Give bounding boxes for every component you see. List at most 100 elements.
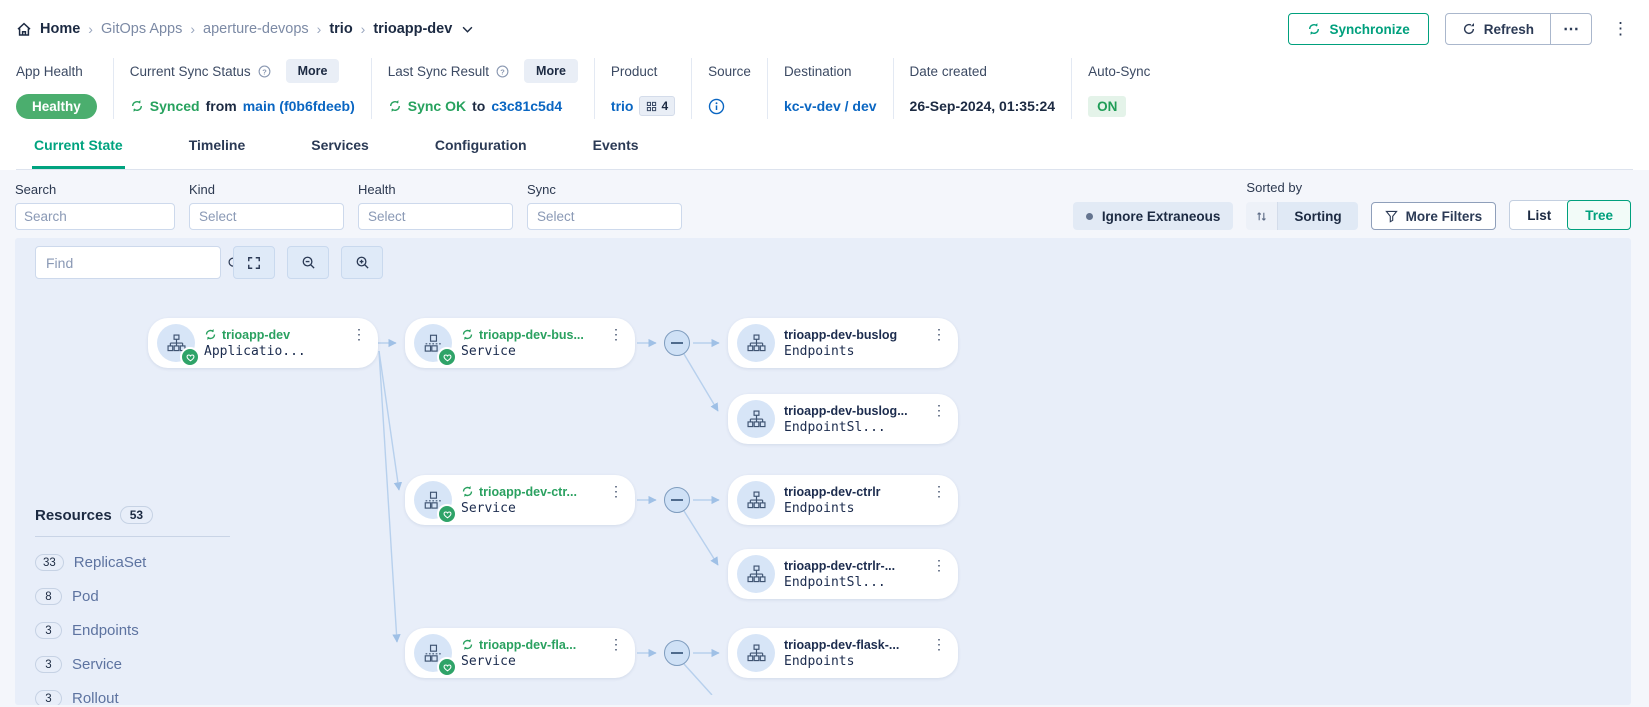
breadcrumb-home[interactable]: Home [40, 21, 80, 37]
more-actions-button[interactable]: ⋯ [1550, 14, 1591, 44]
last-sync-more-button[interactable]: More [524, 59, 578, 83]
zoom-in-button[interactable] [341, 246, 383, 279]
kind-select[interactable]: Select [189, 203, 344, 230]
info-icon[interactable] [708, 98, 725, 115]
sorting-dropdown[interactable]: Sorting [1246, 202, 1357, 230]
ignore-extraneous-label: Ignore Extraneous [1102, 209, 1221, 224]
resource-kind-endpoints[interactable]: 3 Endpoints [35, 622, 230, 639]
node-menu-button[interactable]: ⋮ [932, 402, 946, 419]
node-name: trioapp-dev-ctr... [479, 485, 577, 499]
chevron-down-icon[interactable] [462, 26, 473, 33]
view-list-button[interactable]: List [1510, 201, 1568, 229]
resource-kind-pod[interactable]: 8 Pod [35, 588, 230, 605]
node-menu-button[interactable]: ⋮ [932, 636, 946, 653]
more-filters-button[interactable]: More Filters [1371, 202, 1497, 230]
node-menu-button[interactable]: ⋮ [932, 483, 946, 500]
resource-kind-replicaset[interactable]: 33 ReplicaSet [35, 554, 230, 571]
tree-toolbar [35, 246, 383, 279]
sync-icon [461, 638, 474, 651]
node-name: trioapp-dev-buslog [784, 328, 897, 342]
breadcrumb-app[interactable]: trioapp-dev [373, 21, 452, 37]
workload-tree-icon [737, 634, 775, 672]
tab-events[interactable]: Events [591, 131, 641, 169]
tree-node-endpoints[interactable]: trioapp-dev-ctrlr Endpoints ⋮ [728, 475, 958, 525]
collapse-button[interactable] [664, 487, 690, 513]
zoom-out-button[interactable] [287, 246, 329, 279]
last-sync-commit-link[interactable]: c3c81c5d4 [491, 98, 562, 114]
tab-current-state[interactable]: Current State [32, 131, 125, 169]
tab-configuration[interactable]: Configuration [433, 131, 529, 169]
resources-title: Resources [35, 507, 112, 524]
sync-select[interactable]: Select [527, 203, 682, 230]
service-icon [414, 481, 452, 519]
resource-kind-label: Rollout [72, 690, 119, 705]
sync-branch-commit-link[interactable]: main (f0b6fdeeb) [243, 98, 355, 114]
tree-node-endpointslice[interactable]: trioapp-dev-ctrlr-... EndpointSl... ⋮ [728, 549, 958, 599]
node-kind: EndpointSl... [784, 575, 895, 590]
last-sync-connector: to [472, 98, 485, 114]
product-link[interactable]: trio [611, 98, 634, 114]
breadcrumb-project[interactable]: aperture-devops [203, 21, 309, 37]
sync-icon [1307, 22, 1321, 36]
destination-label: Destination [784, 64, 852, 79]
help-icon[interactable]: ? [496, 65, 509, 78]
tree-node-endpoints[interactable]: trioapp-dev-flask-... Endpoints ⋮ [728, 628, 958, 678]
node-menu-button[interactable]: ⋮ [609, 636, 623, 653]
health-select[interactable]: Select [358, 203, 513, 230]
tree-node-service[interactable]: trioapp-dev-fla... Service ⋮ [405, 628, 635, 678]
zoom-in-icon [355, 255, 370, 270]
refresh-button[interactable]: Refresh [1446, 14, 1550, 44]
product-count-chip[interactable]: 4 [639, 96, 675, 116]
breadcrumb-app-group[interactable]: trio [329, 21, 352, 37]
product-group: Product trio 4 [594, 58, 691, 119]
node-menu-button[interactable]: ⋮ [352, 326, 366, 343]
workload-tree-icon [737, 481, 775, 519]
service-icon [414, 634, 452, 672]
node-menu-button[interactable]: ⋮ [609, 483, 623, 500]
healthy-heart-icon [437, 657, 457, 677]
node-name: trioapp-dev-bus... [479, 328, 584, 342]
breadcrumb-separator: › [361, 21, 366, 37]
tree-node-endpointslice[interactable]: trioapp-dev-buslog... EndpointSl... ⋮ [728, 394, 958, 444]
collapse-button[interactable] [664, 640, 690, 666]
resource-tree-panel: trioapp-dev Applicatio... ⋮ trioapp-dev-… [15, 238, 1631, 705]
current-sync-more-button[interactable]: More [286, 59, 340, 83]
tab-services[interactable]: Services [309, 131, 371, 169]
search-box [15, 203, 175, 230]
refresh-button-group: Refresh ⋯ [1445, 13, 1592, 45]
find-box [35, 246, 221, 279]
tree-node-service[interactable]: trioapp-dev-ctr... Service ⋮ [405, 475, 635, 525]
destination-link[interactable]: kc-v-dev / dev [784, 98, 877, 114]
ignore-extraneous-toggle[interactable]: Ignore Extraneous [1073, 202, 1234, 230]
node-menu-button[interactable]: ⋮ [932, 326, 946, 343]
help-icon[interactable]: ? [258, 65, 271, 78]
sorting-label[interactable]: Sorting [1278, 202, 1357, 230]
breadcrumb-gitops-apps[interactable]: GitOps Apps [101, 21, 182, 37]
tree-node-service[interactable]: trioapp-dev-bus... Service ⋮ [405, 318, 635, 368]
resource-kind-rollout[interactable]: 3 Rollout [35, 690, 230, 705]
resource-count: 3 [35, 622, 62, 639]
sync-icon [204, 328, 217, 341]
date-created-label: Date created [910, 64, 987, 79]
date-created-value: 26-Sep-2024, 01:35:24 [910, 98, 1056, 114]
healthy-heart-icon [180, 347, 200, 367]
destination-group: Destination kc-v-dev / dev [767, 58, 893, 119]
node-name: trioapp-dev-fla... [479, 638, 576, 652]
tree-node-application[interactable]: trioapp-dev Applicatio... ⋮ [148, 318, 378, 368]
tree-node-endpoints[interactable]: trioapp-dev-buslog Endpoints ⋮ [728, 318, 958, 368]
node-menu-button[interactable]: ⋮ [932, 557, 946, 574]
node-kind: Endpoints [784, 344, 897, 359]
find-input[interactable] [46, 255, 227, 271]
node-menu-button[interactable]: ⋮ [609, 326, 623, 343]
synchronize-button[interactable]: Synchronize [1288, 13, 1428, 45]
node-name: trioapp-dev-flask-... [784, 638, 899, 652]
fullscreen-button[interactable] [233, 246, 275, 279]
tab-bar: Current State Timeline Services Configur… [16, 131, 1633, 170]
search-input[interactable] [16, 204, 175, 229]
view-tree-button[interactable]: Tree [1567, 200, 1631, 230]
resource-kind-service[interactable]: 3 Service [35, 656, 230, 673]
sort-arrows-icon[interactable] [1246, 202, 1278, 230]
tab-timeline[interactable]: Timeline [187, 131, 248, 169]
header-kebab-menu-button[interactable]: ⋮ [1608, 19, 1633, 39]
collapse-button[interactable] [664, 330, 690, 356]
